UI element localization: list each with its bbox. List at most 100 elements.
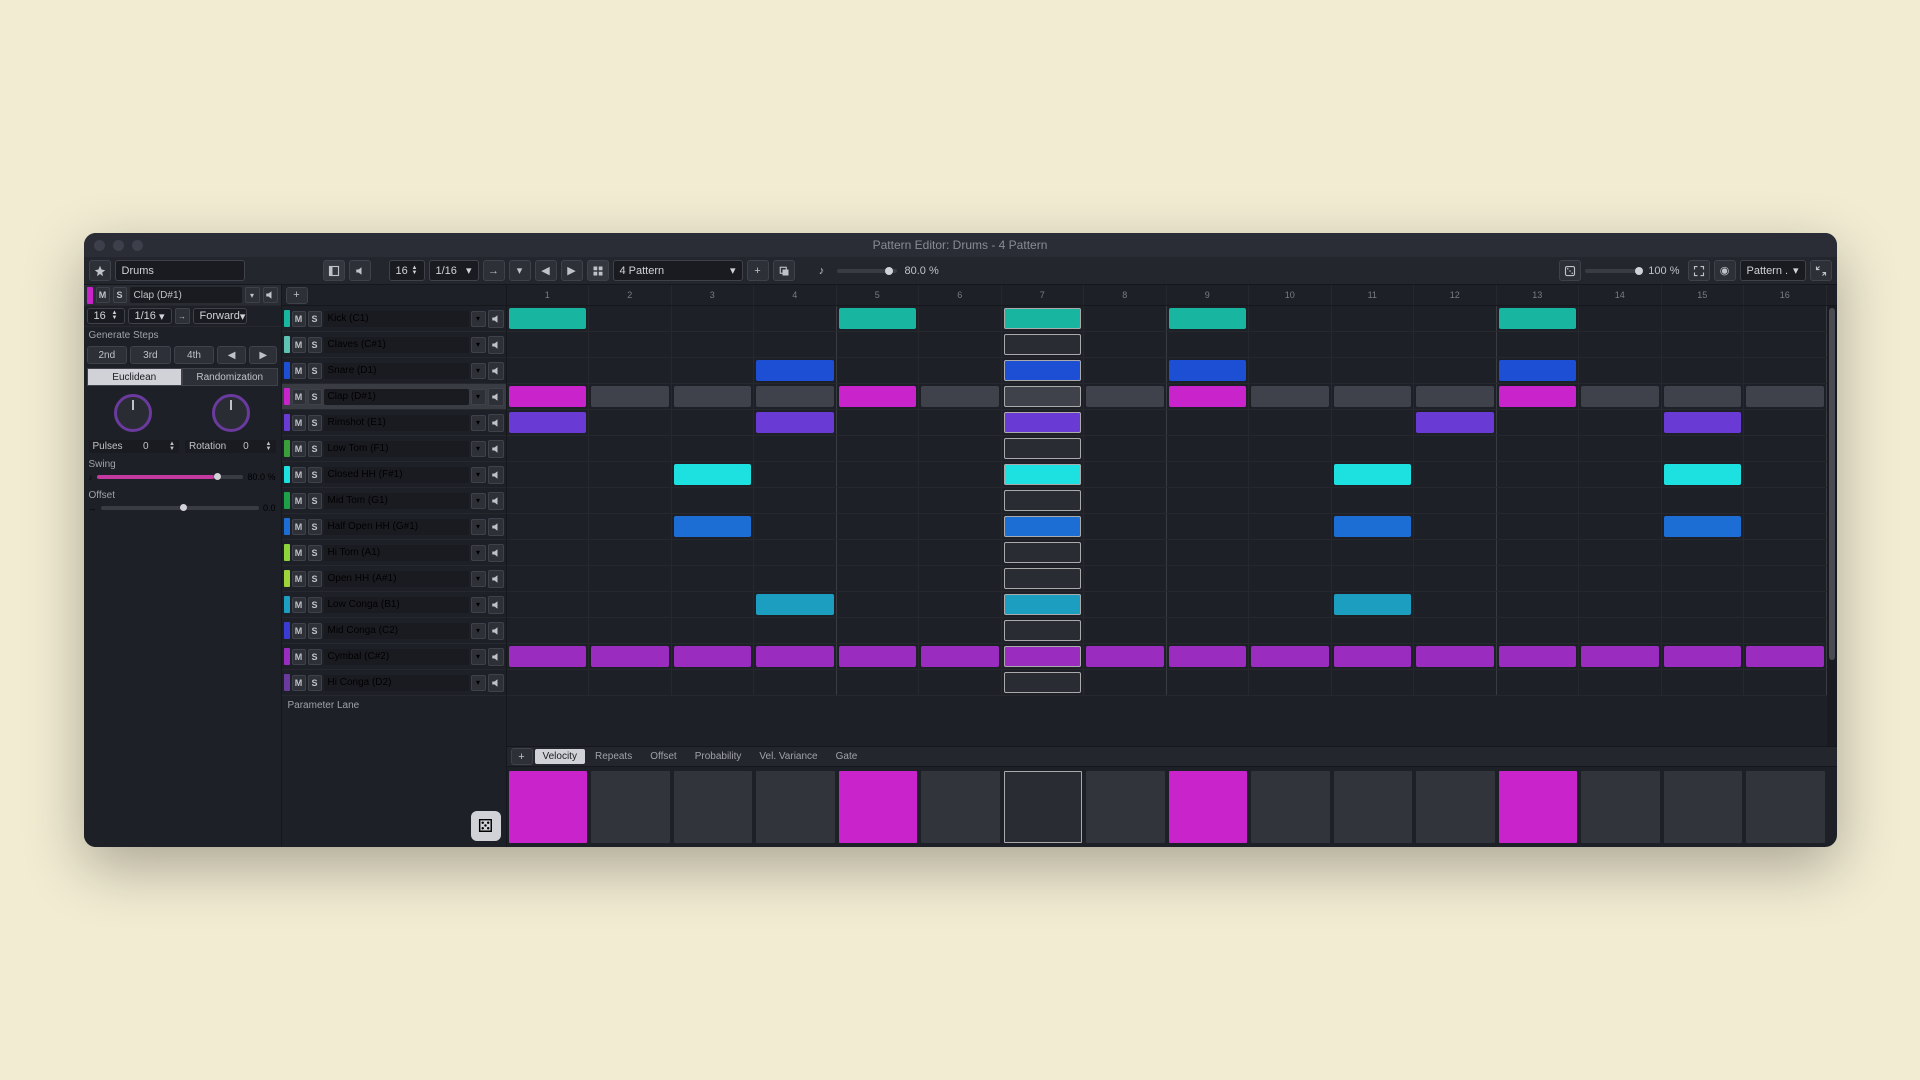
grid-cell[interactable] (1332, 332, 1415, 357)
track-name[interactable]: Low Conga (B1) (324, 597, 469, 613)
grid-cell[interactable] (1249, 592, 1332, 617)
mute-button[interactable]: M (292, 597, 306, 613)
track-menu[interactable]: ▾ (471, 493, 486, 509)
grid-cell[interactable] (1167, 332, 1250, 357)
grid-cell[interactable] (507, 644, 590, 669)
grid-cell[interactable] (837, 332, 920, 357)
grid-cell[interactable] (1744, 306, 1827, 331)
grid-cell[interactable] (837, 436, 920, 461)
grid-cell[interactable] (589, 514, 672, 539)
grid-ruler[interactable]: 12345678910111213141516 (507, 285, 1837, 306)
step[interactable] (839, 308, 917, 329)
grid-cell[interactable] (672, 410, 755, 435)
grid-cell[interactable] (1497, 306, 1580, 331)
solo-button[interactable]: S (308, 441, 322, 457)
grid-cell[interactable] (1744, 514, 1827, 539)
audition-button[interactable] (488, 440, 504, 458)
velocity-cell[interactable] (1664, 771, 1743, 843)
step[interactable] (1499, 360, 1577, 381)
grid-cell[interactable] (589, 384, 672, 409)
minimize-icon[interactable] (113, 240, 124, 251)
direction-arrow[interactable]: → (483, 260, 505, 281)
add-lane-button[interactable]: + (511, 748, 533, 765)
grid-cell[interactable] (1497, 436, 1580, 461)
step[interactable] (674, 516, 752, 537)
grid-cell[interactable] (1662, 488, 1745, 513)
grid-cell[interactable] (1332, 592, 1415, 617)
grid-cell[interactable] (1579, 670, 1662, 695)
track-row[interactable]: M S Hi Conga (D2) ▾ (282, 670, 506, 696)
grid-cell[interactable] (1414, 306, 1497, 331)
step-cursor[interactable] (1004, 620, 1082, 641)
step[interactable] (1664, 412, 1742, 433)
velocity-bar[interactable] (591, 771, 670, 843)
grid-cell[interactable] (1167, 436, 1250, 461)
grid-cell[interactable] (1414, 462, 1497, 487)
grid-cell[interactable] (507, 592, 590, 617)
step[interactable] (1334, 646, 1412, 667)
grid-cell[interactable] (672, 306, 755, 331)
track-name[interactable]: Hi Conga (D2) (324, 675, 469, 691)
solo-button[interactable]: S (308, 649, 322, 665)
grid-cell[interactable] (1497, 358, 1580, 383)
track-menu[interactable]: ▾ (245, 287, 260, 303)
velocity-bar[interactable] (839, 771, 918, 843)
grid-cell[interactable] (1002, 410, 1085, 435)
grid-cell[interactable] (754, 644, 837, 669)
ruler-tick[interactable]: 10 (1249, 285, 1332, 305)
grid-cell[interactable] (919, 436, 1002, 461)
grid-cell[interactable] (754, 436, 837, 461)
grid-cell[interactable] (1167, 514, 1250, 539)
grid-cell[interactable] (919, 644, 1002, 669)
grid-cell[interactable] (754, 670, 837, 695)
grid-cell[interactable] (1332, 644, 1415, 669)
grid-cell[interactable] (1662, 358, 1745, 383)
grid-cell[interactable] (589, 644, 672, 669)
grid-cell[interactable] (1497, 540, 1580, 565)
grid-cell[interactable] (1332, 358, 1415, 383)
gen-4th[interactable]: 4th (174, 346, 215, 364)
grid-cell[interactable] (1579, 566, 1662, 591)
velocity-bar[interactable] (674, 771, 753, 843)
offset-track[interactable] (101, 506, 259, 510)
grid-cell[interactable] (1332, 488, 1415, 513)
track-menu[interactable]: ▾ (471, 415, 486, 431)
step[interactable] (921, 646, 999, 667)
solo-button[interactable]: S (113, 287, 127, 303)
grid-cell[interactable] (1002, 488, 1085, 513)
grid-cell[interactable] (1084, 410, 1167, 435)
audition-button[interactable] (488, 310, 504, 328)
velocity-cell[interactable] (1499, 771, 1578, 843)
audition-button[interactable] (488, 466, 504, 484)
grid-cell[interactable] (1002, 514, 1085, 539)
tab-randomization[interactable]: Randomization (182, 368, 278, 386)
grid-cell[interactable] (1414, 644, 1497, 669)
grid-cell[interactable] (507, 566, 590, 591)
param-tab[interactable]: Offset (642, 749, 685, 764)
track-name[interactable]: Kick (C1) (324, 311, 469, 327)
grid-cell[interactable] (837, 618, 920, 643)
track-menu[interactable]: ▾ (471, 519, 486, 535)
grid-cell[interactable] (1579, 410, 1662, 435)
grid-cell[interactable] (1579, 592, 1662, 617)
grid-cell[interactable] (672, 644, 755, 669)
layout-toggle[interactable] (323, 260, 345, 281)
grid-cell[interactable] (1332, 384, 1415, 409)
grid-cell[interactable] (837, 592, 920, 617)
grid-body[interactable] (507, 306, 1837, 746)
step[interactable] (1334, 594, 1412, 615)
grid-cell[interactable] (1579, 358, 1662, 383)
track-menu[interactable]: ▾ (471, 389, 486, 405)
grid-cell[interactable] (1332, 540, 1415, 565)
track-name[interactable]: Open HH (A#1) (324, 571, 469, 587)
track-name[interactable]: Half Open HH (G#1) (324, 519, 469, 535)
grid-cell[interactable] (1497, 462, 1580, 487)
track-name[interactable]: Low Tom (F1) (324, 441, 469, 457)
grid-cell[interactable] (1002, 592, 1085, 617)
grid-cell[interactable] (919, 332, 1002, 357)
grid-cell[interactable] (837, 670, 920, 695)
mute-button[interactable]: M (292, 623, 306, 639)
grid-cell[interactable] (919, 410, 1002, 435)
velocity-bar[interactable] (1169, 771, 1248, 843)
mute-button[interactable]: M (292, 363, 306, 379)
